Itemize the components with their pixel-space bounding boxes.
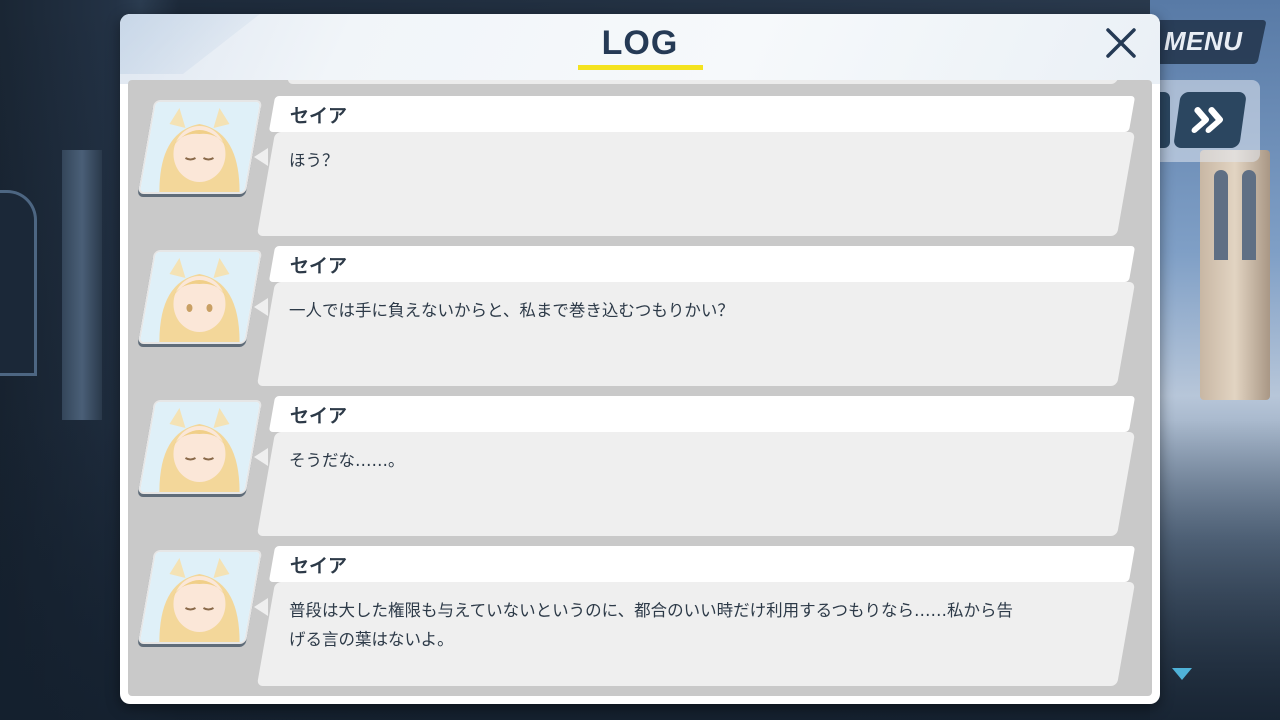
speaker-tab [268, 246, 1136, 282]
log-window: LOG セイア ほう？ セイア 一人では手に負えないからと、私まで巻き込むつもり… [120, 14, 1160, 704]
log-entry: セイア そうだな……。 [128, 396, 1152, 541]
log-header: LOG [120, 14, 1160, 84]
background-pillar [62, 150, 102, 420]
speaker-tab [268, 96, 1136, 132]
log-title: LOG [601, 24, 679, 62]
speaker-name: セイア [290, 255, 348, 277]
bubble-tail [254, 298, 268, 316]
bubble-tail [254, 148, 268, 166]
speaker-name: セイア [290, 405, 348, 427]
speaker-name: セイア [290, 555, 348, 577]
log-entry: セイア 普段は大した権限も与えていないというのに、都合のいい時だけ利用するつもり… [128, 546, 1152, 691]
menu-button-label[interactable]: MENU [1164, 26, 1243, 57]
bubble-tail [254, 448, 268, 466]
avatar [137, 550, 263, 644]
message-text: そうだな……。 [289, 451, 405, 470]
background-window [0, 190, 37, 376]
log-entry: セイア 一人では手に負えないからと、私まで巻き込むつもりかい？ [128, 246, 1152, 391]
avatar [137, 100, 263, 194]
double-chevron-right-icon [1191, 107, 1224, 133]
speaker-name: セイア [290, 105, 348, 127]
skip-button[interactable] [1173, 92, 1247, 148]
speaker-tab [268, 546, 1136, 582]
avatar [137, 400, 263, 494]
speaker-tab [268, 396, 1136, 432]
avatar [137, 250, 263, 344]
previous-entry-edge [286, 80, 1120, 84]
message-text: 普段は大した権限も与えていないというのに、都合のいい時だけ利用するつもりなら……… [289, 601, 1014, 649]
bubble-tail [254, 598, 268, 616]
message-text: 一人では手に負えないからと、私まで巻き込むつもりかい？ [289, 301, 734, 320]
message-text: ほう？ [289, 151, 339, 170]
close-button[interactable] [1100, 22, 1142, 64]
title-underline [578, 65, 703, 70]
background-tower [1200, 150, 1270, 400]
triangle-down-icon[interactable] [1172, 668, 1192, 680]
log-list[interactable]: セイア ほう？ セイア 一人では手に負えないからと、私まで巻き込むつもりかい？ … [128, 80, 1152, 696]
log-entry: セイア ほう？ [128, 96, 1152, 241]
close-icon [1106, 28, 1136, 58]
